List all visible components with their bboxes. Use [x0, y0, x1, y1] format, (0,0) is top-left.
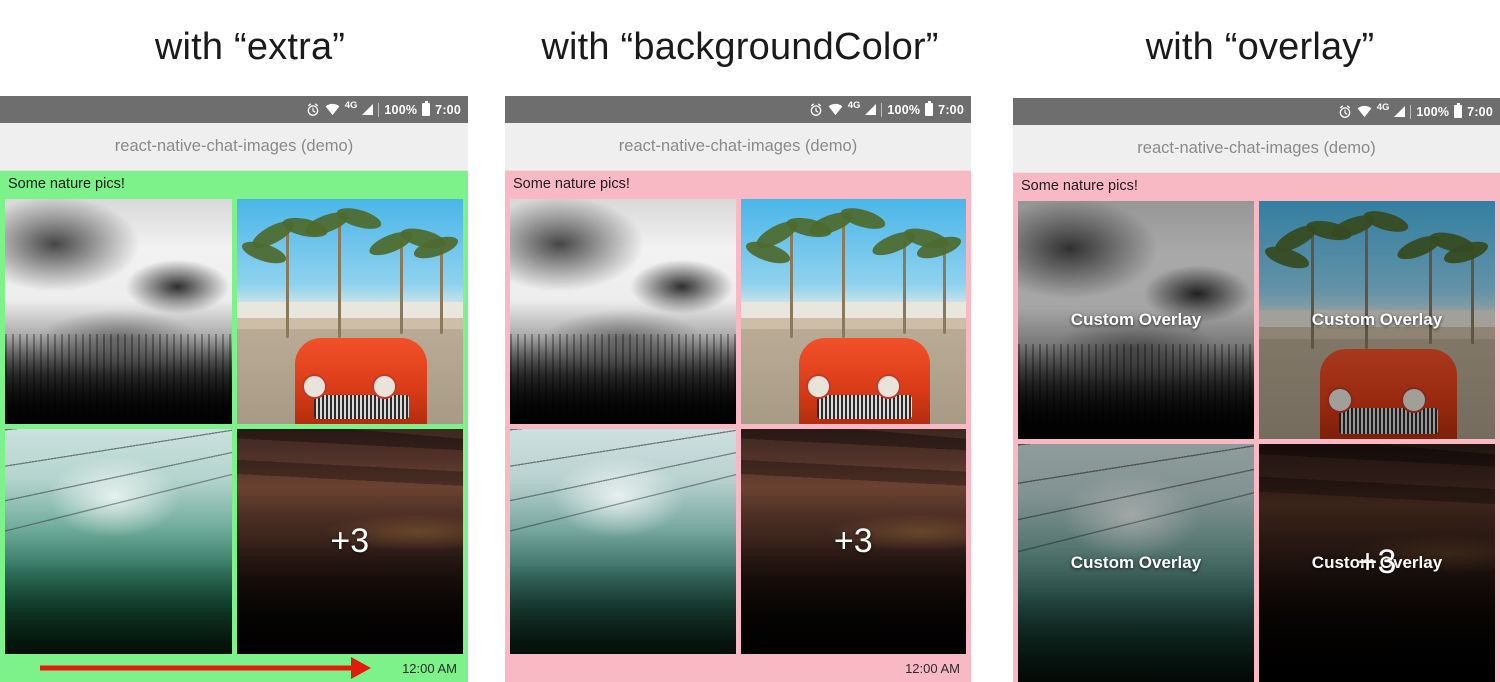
status-divider: [1410, 104, 1412, 119]
photo-misty-forest: [510, 198, 736, 424]
bubble-footer: 12:00 AM: [5, 654, 463, 682]
bubble-footer: 12:00 AM: [510, 654, 966, 682]
custom-overlay-label[interactable]: Custom Overlay: [1259, 200, 1495, 439]
more-images-badge[interactable]: +3: [1259, 444, 1495, 682]
alarm-clock-icon: [1338, 105, 1352, 119]
network-type-label: 4G: [847, 100, 861, 111]
status-bar: 4G 100% 7:00: [505, 96, 971, 123]
red-arrow-annotation: [40, 657, 371, 679]
alarm-clock-icon: [809, 103, 823, 117]
image-cell[interactable]: +3: [236, 428, 464, 654]
comparison-figure: with “extra” with “backgroundColor” with…: [0, 0, 1500, 682]
network-type-label: 4G: [1376, 102, 1390, 113]
heading-overlay: with “overlay”: [1145, 26, 1375, 68]
chat-message-text: Some nature pics!: [1021, 178, 1138, 194]
status-clock: 7:00: [435, 102, 461, 117]
alarm-clock-icon: [306, 103, 320, 117]
photo-red-car-palms: [236, 198, 463, 424]
battery-percent-label: 100%: [1416, 104, 1450, 119]
phone-screenshot-extra: 4G 100% 7:00 react-native-chat-images (d…: [0, 96, 468, 682]
battery-icon: [925, 100, 934, 116]
status-clock: 7:00: [938, 102, 964, 117]
phone-screenshot-background-color: 4G 100% 7:00 react-native-chat-images (d…: [505, 96, 971, 682]
image-grid: +3: [510, 198, 967, 654]
chat-bubble[interactable]: Some nature pics! Custom Overlay Custom …: [1013, 173, 1500, 682]
battery-icon: [422, 100, 431, 116]
wifi-icon: [325, 103, 340, 116]
photo-misty-forest: [5, 198, 232, 424]
status-divider: [881, 102, 883, 117]
status-divider: [378, 102, 380, 117]
photo-teal-valley: [5, 428, 232, 654]
chat-message-text: Some nature pics!: [8, 176, 125, 192]
chat-bubble[interactable]: Some nature pics! +3 12:00 AM: [0, 171, 468, 682]
app-title: react-native-chat-images (demo): [618, 137, 858, 155]
more-images-badge[interactable]: +3: [741, 429, 967, 654]
app-title: react-native-chat-images (demo): [1137, 139, 1376, 157]
status-bar: 4G 100% 7:00: [1013, 98, 1500, 125]
image-cell[interactable]: Custom Overlay: [1018, 200, 1254, 439]
status-clock: 7:00: [1467, 104, 1493, 119]
image-grid: Custom Overlay Custom Overlay Custom Ove…: [1018, 200, 1495, 682]
image-cell[interactable]: [5, 428, 232, 654]
app-title-bar: react-native-chat-images (demo): [505, 123, 971, 171]
app-title-bar: react-native-chat-images (demo): [1013, 125, 1500, 173]
network-type-label: 4G: [344, 100, 358, 111]
image-cell[interactable]: [236, 198, 463, 424]
image-cell[interactable]: [510, 428, 736, 654]
battery-icon: [1454, 102, 1463, 118]
chat-area: Some nature pics! Custom Overlay Custom …: [1013, 173, 1500, 682]
image-grid: +3: [5, 198, 464, 654]
wifi-icon: [1357, 105, 1372, 118]
status-bar: 4G 100% 7:00: [0, 96, 468, 123]
image-cell[interactable]: Custom Overlay: [1259, 200, 1495, 439]
app-title: react-native-chat-images (demo): [114, 137, 354, 155]
custom-overlay-label[interactable]: Custom Overlay: [1018, 200, 1254, 439]
message-timestamp: 12:00 AM: [905, 660, 960, 676]
image-cell[interactable]: Custom Overlay: [1018, 443, 1254, 682]
signal-bars-icon: [362, 104, 374, 115]
message-timestamp: 12:00 AM: [402, 660, 457, 676]
chat-message-text: Some nature pics!: [513, 176, 630, 192]
battery-percent-label: 100%: [887, 102, 921, 117]
photo-red-car-palms: [740, 198, 966, 424]
image-cell[interactable]: +3: [740, 428, 967, 654]
more-images-badge[interactable]: +3: [237, 429, 464, 654]
chat-area: Some nature pics! +3 12:00 AM: [505, 171, 971, 682]
chat-area: Some nature pics! +3 12:00 AM: [0, 171, 468, 682]
custom-overlay-label[interactable]: Custom Overlay: [1018, 443, 1254, 682]
signal-bars-icon: [865, 104, 877, 115]
photo-teal-valley: [510, 428, 736, 654]
image-cell[interactable]: [5, 198, 232, 424]
wifi-icon: [828, 103, 843, 116]
image-cell[interactable]: Custom Overlay +3: [1259, 443, 1495, 682]
battery-percent-label: 100%: [384, 102, 418, 117]
heading-background-color: with “backgroundColor”: [541, 26, 939, 68]
chat-bubble[interactable]: Some nature pics! +3 12:00 AM: [505, 171, 971, 682]
app-title-bar: react-native-chat-images (demo): [0, 123, 468, 171]
phone-screenshot-overlay: 4G 100% 7:00 react-native-chat-images (d…: [1013, 98, 1500, 682]
image-cell[interactable]: [740, 198, 966, 424]
heading-extra: with “extra”: [154, 26, 346, 68]
image-cell[interactable]: [510, 198, 736, 424]
signal-bars-icon: [1394, 106, 1406, 117]
